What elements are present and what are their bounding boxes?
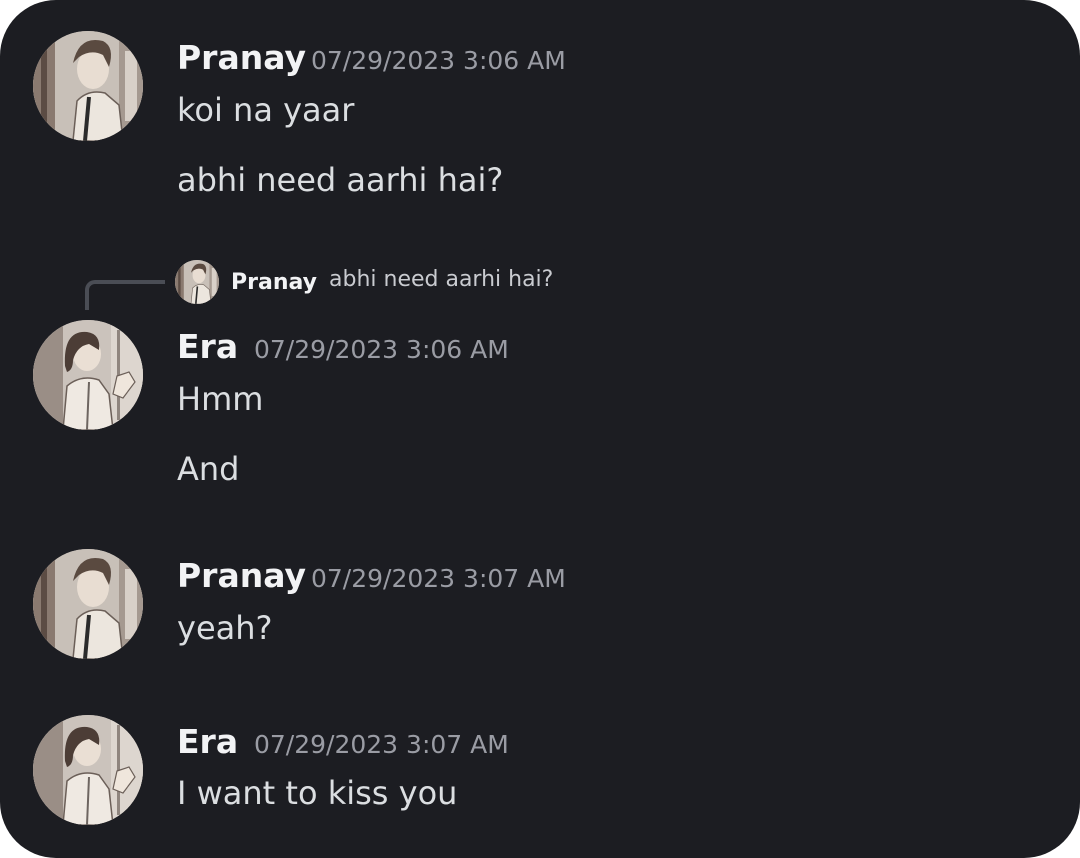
era-avatar-icon[interactable] <box>33 320 143 430</box>
pranay-avatar-icon[interactable] <box>33 31 143 141</box>
message-text: I want to kiss you <box>177 774 458 812</box>
reply-preview-text[interactable]: abhi need aarhi hai? <box>329 265 553 295</box>
message-timestamp: 07/29/2023 3:06 AM <box>311 46 566 75</box>
message-text: koi na yaar <box>177 91 355 129</box>
reply-connector <box>85 280 165 310</box>
reply-author-name[interactable]: Pranay <box>231 268 317 298</box>
message-timestamp: 07/29/2023 3:07 AM <box>254 730 509 759</box>
author-name[interactable]: Era <box>177 722 238 762</box>
message-text: And <box>177 450 240 488</box>
message-timestamp: 07/29/2023 3:07 AM <box>311 564 566 593</box>
message-text: abhi need aarhi hai? <box>177 161 504 199</box>
chat-panel: Pranay 07/29/2023 3:06 AM koi na yaar ab… <box>0 0 1080 858</box>
message-text: yeah? <box>177 609 273 647</box>
reply-pranay-avatar-icon[interactable] <box>175 260 219 304</box>
message-text: Hmm <box>177 380 264 418</box>
era-avatar-icon[interactable] <box>33 715 143 825</box>
author-name[interactable]: Pranay <box>177 38 306 78</box>
author-name[interactable]: Pranay <box>177 556 306 596</box>
message-timestamp: 07/29/2023 3:06 AM <box>254 335 509 364</box>
author-name[interactable]: Era <box>177 327 238 367</box>
pranay-avatar-icon[interactable] <box>33 549 143 659</box>
